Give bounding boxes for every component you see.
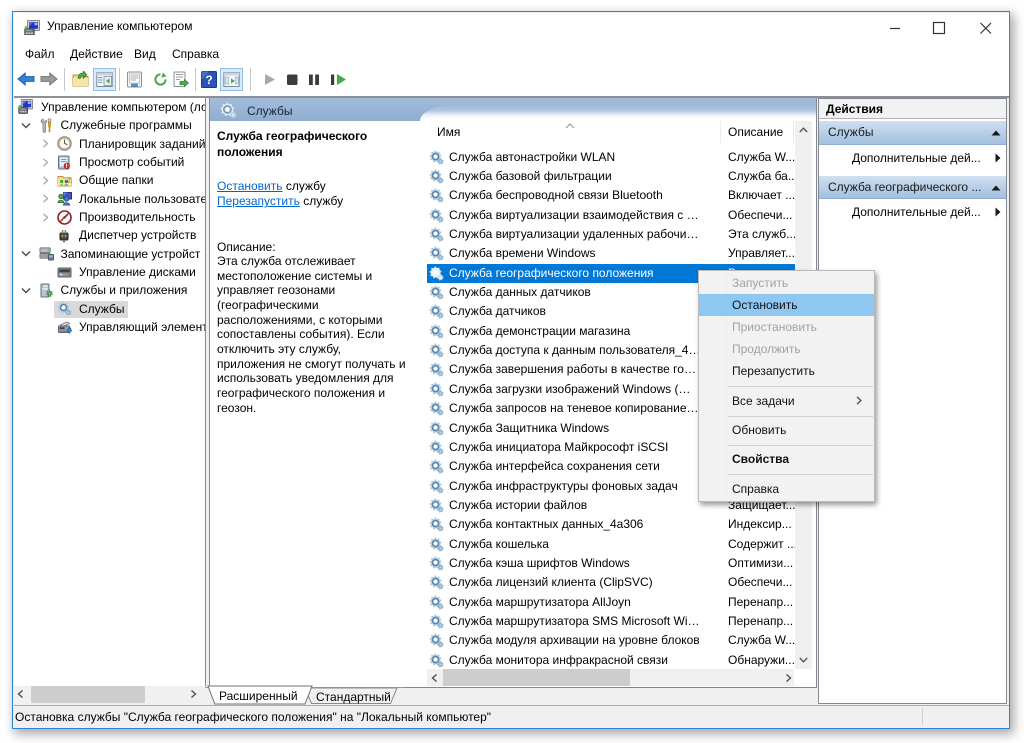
svg-text:22: 22 [68,178,72,184]
svg-text:?: ? [205,73,212,87]
